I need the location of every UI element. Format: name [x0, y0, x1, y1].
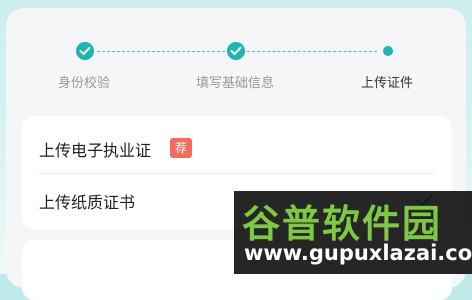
- step-connector-2: [247, 51, 377, 52]
- step-2-label: 填写基础信息: [196, 76, 275, 91]
- step-3-label: 上传证件: [361, 76, 414, 91]
- step-1-label: 身份校验: [58, 76, 111, 91]
- step-2-check-icon: [227, 42, 245, 60]
- step-1-check-icon: [76, 42, 94, 60]
- watermark-title: 谷普软件园: [242, 202, 443, 246]
- watermark-url: www.gupuxlazai.com: [244, 241, 472, 265]
- upload-paper-certificate-item[interactable]: 上传纸质证书: [39, 189, 135, 213]
- list-divider: [39, 173, 435, 174]
- step-3-current-dot: [383, 46, 393, 56]
- recommend-badge: 荐: [170, 138, 192, 158]
- upload-e-license-item[interactable]: 上传电子执业证: [39, 137, 151, 161]
- step-connector-1: [97, 51, 225, 52]
- watermark-logo: 谷普软件园 www.gupuxlazai.com: [234, 191, 472, 274]
